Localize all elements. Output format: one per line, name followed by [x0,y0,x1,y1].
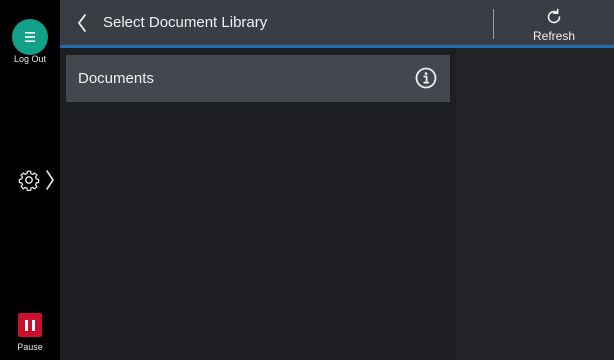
screen: Log Out Pause Select Document Library Re… [0,0,614,360]
library-list-pane: Documents [60,48,456,360]
pause-icon-bar [32,319,35,331]
pause-label: Pause [17,342,43,352]
header-bar: Select Document Library Refresh [60,0,614,45]
refresh-label: Refresh [532,29,576,43]
header-divider [493,9,494,39]
refresh-button[interactable]: Refresh [522,5,586,43]
logout-label: Log Out [13,54,47,64]
menu-lines-icon [25,32,35,42]
info-icon [415,67,437,89]
pause-button[interactable] [18,313,42,337]
back-button[interactable] [72,10,92,36]
chevron-left-icon [78,14,86,32]
chevron-right-icon [46,170,54,190]
logout-button[interactable] [12,19,48,55]
refresh-icon [547,8,561,24]
settings-toggle[interactable] [18,168,58,192]
list-item-documents[interactable]: Documents [66,55,450,102]
list-item-label: Documents [78,70,154,87]
gear-icon [18,170,40,191]
info-button[interactable] [414,66,438,90]
page-title: Select Document Library [103,14,268,31]
detail-pane [456,48,614,360]
left-rail: Log Out Pause [0,0,60,360]
pause-icon [25,319,28,331]
